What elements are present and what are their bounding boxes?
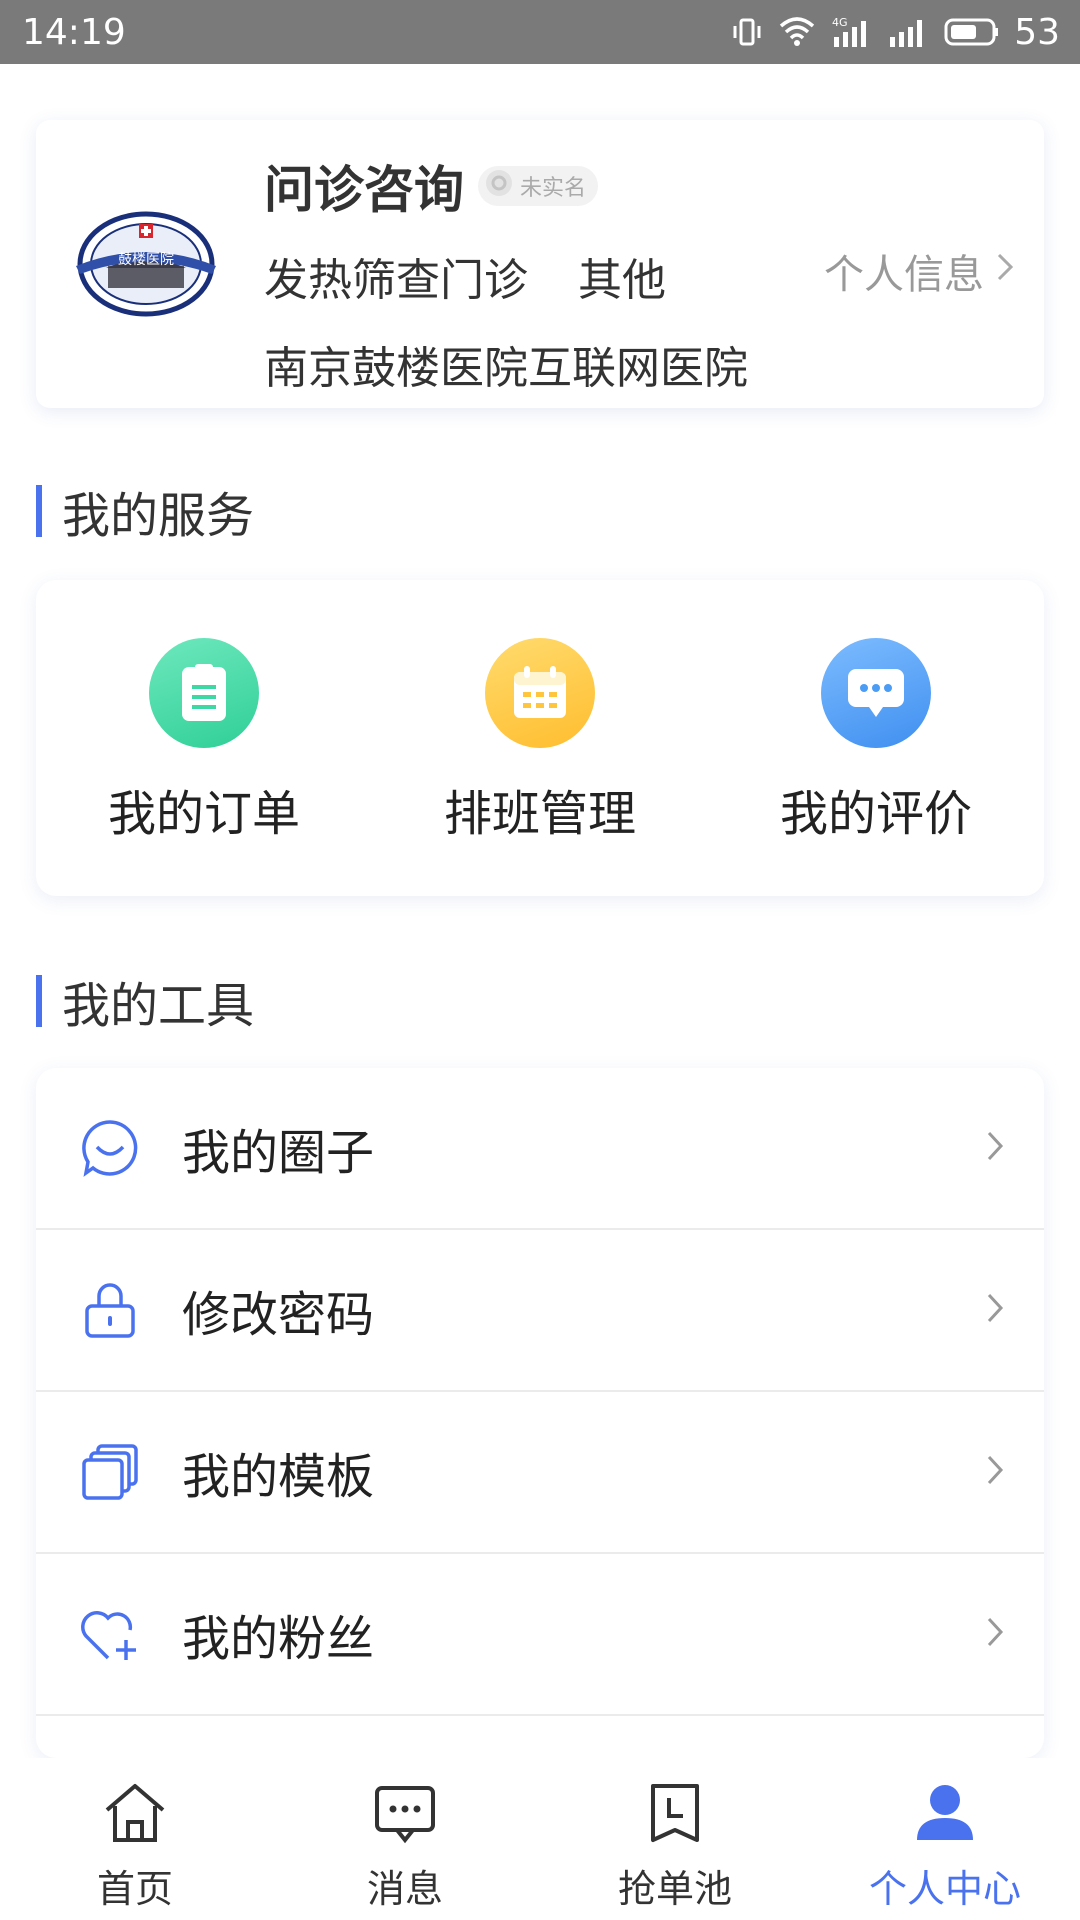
services-section-title: 我的服务 — [36, 476, 254, 546]
tool-my-templates[interactable]: 我的模板 — [36, 1392, 1044, 1554]
chevron-right-icon — [984, 1452, 1006, 1492]
chevron-right-icon — [984, 1128, 1006, 1168]
battery-icon — [942, 17, 1000, 47]
template-stack-icon — [78, 1440, 142, 1504]
lock-icon — [78, 1278, 142, 1342]
tools-list: 我的圈子 修改密码 我的模板 我的粉丝 — [36, 1068, 1044, 1758]
chevron-right-icon — [994, 248, 1016, 294]
tool-label: 我的圈子 — [182, 1125, 375, 1181]
tab-label: 个人中心 — [868, 1867, 1021, 1911]
service-label: 排班管理 — [443, 786, 636, 842]
tab-messages[interactable]: 消息 — [270, 1758, 540, 1920]
chat-bubble-icon — [821, 638, 931, 748]
service-schedule[interactable]: 排班管理 — [372, 638, 708, 844]
tool-change-password[interactable]: 修改密码 — [36, 1230, 1044, 1392]
hospital-name: 南京鼓楼医院互联网医院 — [264, 343, 748, 394]
section-accent-bar — [36, 975, 42, 1027]
tab-order-pool[interactable]: 抢单池 — [540, 1758, 810, 1920]
bottom-tab-bar: 首页 消息 抢单池 个人中心 — [0, 1758, 1080, 1920]
hospital-logo-text: 鼓楼医院 — [118, 252, 174, 268]
department-label: 发热筛查门诊 — [264, 255, 528, 306]
circle-chat-icon — [78, 1116, 142, 1180]
service-my-reviews[interactable]: 我的评价 — [708, 638, 1044, 844]
service-label: 我的评价 — [779, 786, 972, 842]
section-accent-bar — [36, 485, 42, 537]
doctor-title-label: 其他 — [578, 255, 666, 306]
tool-label: 我的模板 — [182, 1449, 375, 1505]
tool-my-fans[interactable]: 我的粉丝 — [36, 1554, 1044, 1716]
order-pool-icon — [641, 1780, 709, 1850]
battery-level: 53 — [1014, 11, 1060, 53]
chevron-right-icon — [984, 1614, 1006, 1654]
person-icon — [911, 1780, 979, 1850]
doctor-name: 问诊咨询 — [264, 161, 464, 219]
personal-info-link[interactable]: 个人信息 — [824, 242, 1016, 300]
signal-icon — [888, 15, 928, 49]
service-my-orders[interactable]: 我的订单 — [36, 638, 372, 844]
hospital-logo: 鼓楼医院 — [76, 211, 216, 317]
services-card: 我的订单 排班管理 我的评价 — [36, 580, 1044, 896]
message-icon — [371, 1780, 439, 1850]
verify-status-label: 未实名 — [520, 176, 587, 201]
home-icon — [101, 1780, 169, 1850]
personal-info-label: 个人信息 — [824, 252, 984, 298]
verify-status-badge[interactable]: 未实名 — [478, 166, 599, 206]
status-bar: 14:19 4G 53 — [0, 0, 1080, 64]
tab-label: 抢单池 — [617, 1867, 732, 1911]
status-time: 14:19 — [22, 11, 126, 53]
tools-title: 我的工具 — [62, 978, 255, 1034]
tool-label: 我的粉丝 — [182, 1611, 375, 1667]
tab-personal-center[interactable]: 个人中心 — [810, 1758, 1080, 1920]
services-title: 我的服务 — [62, 488, 255, 544]
tab-label: 首页 — [96, 1867, 173, 1911]
status-icons: 4G 53 — [730, 12, 1060, 53]
department-line: 发热筛查门诊 其他 — [264, 244, 666, 308]
calendar-icon — [485, 638, 595, 748]
tab-label: 消息 — [366, 1867, 443, 1911]
service-label: 我的订单 — [107, 786, 300, 842]
tools-section-title: 我的工具 — [36, 966, 254, 1036]
vibrate-icon — [730, 15, 764, 49]
signal-4g-icon: 4G — [830, 15, 874, 49]
tab-home[interactable]: 首页 — [0, 1758, 270, 1920]
tool-label: 修改密码 — [182, 1287, 375, 1343]
heart-plus-icon — [78, 1602, 142, 1666]
wifi-icon — [778, 16, 816, 48]
verify-gear-icon — [484, 168, 514, 204]
profile-card[interactable]: 鼓楼医院 问诊咨询 未实名 发热筛查门诊 其他 南京鼓楼医院互联网医院 个人信息 — [36, 120, 1044, 408]
tool-my-circle[interactable]: 我的圈子 — [36, 1068, 1044, 1230]
chevron-right-icon — [984, 1290, 1006, 1330]
network-type: 4G — [832, 16, 848, 29]
clipboard-icon — [149, 638, 259, 748]
